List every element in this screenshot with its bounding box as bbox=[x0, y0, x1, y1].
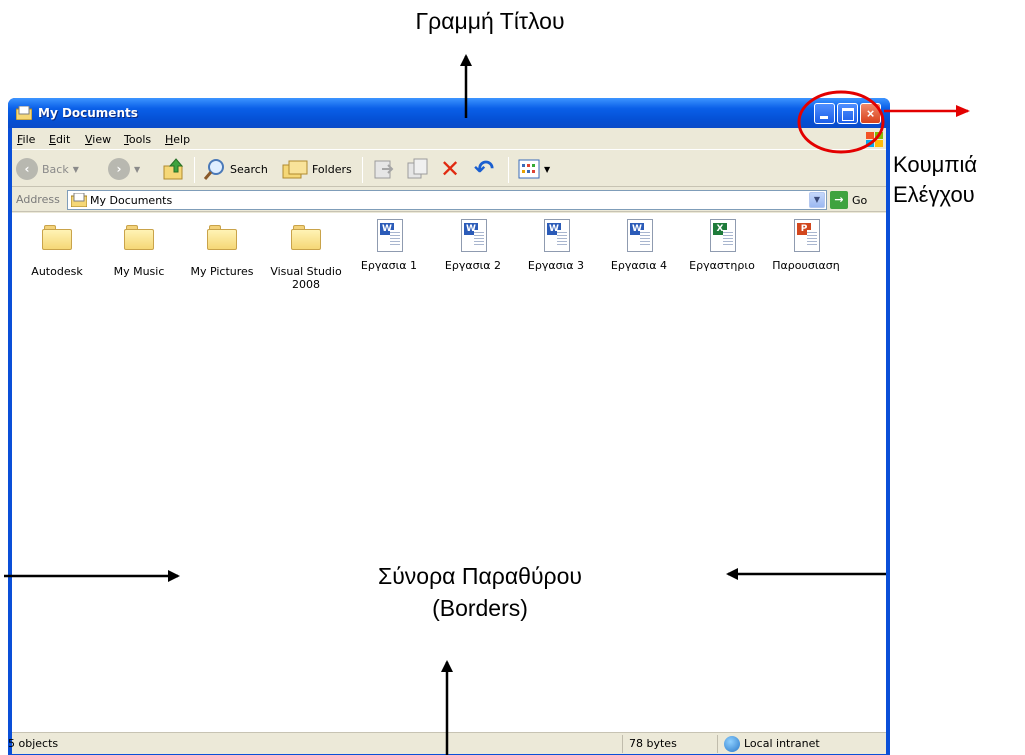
menu-bar: File Edit View Tools Help bbox=[12, 128, 886, 150]
search-label: Search bbox=[230, 162, 268, 176]
file-name: Εργασια 3 bbox=[527, 259, 585, 272]
file-name: Εργασια 1 bbox=[360, 259, 418, 272]
toolbar-separator bbox=[508, 157, 509, 183]
undo-icon: ↶ bbox=[474, 155, 495, 183]
undo-button[interactable]: ↶ bbox=[474, 156, 494, 182]
close-button[interactable]: × bbox=[860, 103, 881, 124]
title-bar[interactable]: My Documents × bbox=[8, 98, 890, 128]
folder-icon bbox=[207, 225, 237, 250]
file-name: My Pictures bbox=[190, 265, 254, 278]
file-item[interactable]: W Εργασια 2 bbox=[434, 219, 512, 272]
move-to-button[interactable] bbox=[372, 156, 396, 182]
status-bar: 5 objects 78 bytes Local intranet bbox=[8, 732, 886, 754]
go-button[interactable]: → Go bbox=[830, 190, 867, 210]
address-label: Address bbox=[16, 193, 60, 206]
search-icon bbox=[203, 159, 224, 180]
menu-file[interactable]: File bbox=[17, 133, 35, 146]
annotation-borders-line1: Σύνορα Παραθύρου bbox=[378, 563, 582, 589]
windows-logo-icon bbox=[854, 129, 884, 149]
toolbar-separator bbox=[194, 157, 195, 183]
search-button[interactable]: Search bbox=[202, 156, 268, 182]
minimize-button[interactable] bbox=[814, 103, 835, 124]
my-documents-icon bbox=[16, 106, 32, 120]
maximize-button[interactable] bbox=[837, 103, 858, 124]
file-item[interactable]: My Pictures bbox=[183, 219, 261, 278]
address-dropdown-icon[interactable]: ▼ bbox=[809, 192, 825, 208]
file-name: My Music bbox=[113, 265, 165, 278]
file-name: Παρουσιαση bbox=[772, 259, 840, 272]
file-item[interactable]: Visual Studio 2008 bbox=[267, 219, 345, 291]
forward-dropdown-icon[interactable]: ▼ bbox=[134, 165, 140, 174]
toolbar-separator bbox=[362, 157, 363, 183]
back-dropdown-icon[interactable]: ▼ bbox=[73, 165, 79, 174]
menu-edit[interactable]: Edit bbox=[49, 133, 70, 146]
views-button[interactable]: ▼ bbox=[518, 156, 550, 182]
delete-icon: ✕ bbox=[440, 155, 461, 183]
annotation-borders-line2: (Borders) bbox=[432, 595, 528, 621]
folder-icon bbox=[42, 225, 72, 250]
file-name: Εργασια 2 bbox=[444, 259, 502, 272]
folders-icon bbox=[282, 160, 308, 179]
annotation-control-buttons: Κουμπιά Ελέγχου bbox=[893, 150, 977, 210]
word-document-icon: W bbox=[461, 219, 487, 252]
menu-view[interactable]: View bbox=[85, 133, 111, 146]
annotation-borders: Σύνορα Παραθύρου (Borders) bbox=[300, 560, 660, 624]
copy-to-button[interactable] bbox=[406, 156, 430, 182]
go-arrow-icon: → bbox=[830, 191, 848, 209]
status-divider bbox=[717, 735, 718, 753]
local-intranet-icon bbox=[724, 736, 740, 752]
menu-tools[interactable]: Tools bbox=[124, 133, 151, 146]
annotation-control-buttons-line1: Κουμπιά bbox=[893, 152, 978, 177]
annotation-control-buttons-line2: Ελέγχου bbox=[893, 182, 975, 207]
status-zone: Local intranet bbox=[744, 737, 820, 750]
address-value: My Documents bbox=[90, 194, 173, 207]
word-document-icon: W bbox=[627, 219, 653, 252]
status-divider bbox=[622, 735, 623, 753]
delete-button[interactable]: ✕ bbox=[440, 156, 460, 182]
folder-icon bbox=[124, 225, 154, 250]
word-document-icon: W bbox=[544, 219, 570, 252]
file-item[interactable]: My Music bbox=[100, 219, 178, 278]
copy-to-icon bbox=[407, 158, 428, 179]
forward-arrow-icon: › bbox=[108, 158, 130, 180]
file-item[interactable]: W Εργασια 4 bbox=[600, 219, 678, 272]
window-title: My Documents bbox=[38, 106, 138, 120]
back-label: Back bbox=[42, 162, 69, 176]
my-documents-icon bbox=[71, 193, 87, 207]
file-item[interactable]: W Εργασια 3 bbox=[517, 219, 595, 272]
file-list[interactable]: Autodesk My Music My Pictures Visual Stu… bbox=[12, 213, 886, 732]
address-input[interactable]: My Documents ▼ bbox=[67, 190, 827, 210]
file-name: Visual Studio 2008 bbox=[270, 265, 342, 291]
back-button[interactable]: ‹ Back ▼ bbox=[16, 156, 79, 182]
file-name: Autodesk bbox=[31, 265, 83, 278]
address-bar: Address My Documents ▼ → Go bbox=[12, 188, 886, 212]
file-item[interactable]: P Παρουσιαση bbox=[767, 219, 845, 272]
back-arrow-icon: ‹ bbox=[16, 158, 38, 180]
file-item[interactable]: X Εργαστηριο bbox=[683, 219, 761, 272]
explorer-window: My Documents × File Edit View Tools Help… bbox=[8, 98, 890, 755]
views-dropdown-icon[interactable]: ▼ bbox=[544, 165, 550, 174]
file-item[interactable]: Autodesk bbox=[18, 219, 96, 278]
views-icon bbox=[518, 159, 540, 179]
toolbar: ‹ Back ▼ › ▼ Search Folders ✕ ↶ ▼ bbox=[12, 151, 886, 187]
forward-button[interactable]: › ▼ bbox=[108, 156, 140, 182]
go-label: Go bbox=[852, 193, 868, 207]
file-name: Εργασια 4 bbox=[610, 259, 668, 272]
move-to-icon bbox=[374, 160, 394, 179]
up-folder-icon bbox=[163, 158, 184, 180]
folders-label: Folders bbox=[312, 162, 352, 176]
file-item[interactable]: W Εργασια 1 bbox=[350, 219, 428, 272]
file-name: Εργαστηριο bbox=[689, 259, 755, 272]
folders-button[interactable]: Folders bbox=[282, 156, 352, 182]
status-size: 78 bytes bbox=[629, 737, 677, 750]
up-button[interactable] bbox=[162, 156, 186, 182]
excel-workbook-icon: X bbox=[710, 219, 736, 252]
annotation-title-bar: Γραμμή Τίτλου bbox=[415, 8, 565, 34]
powerpoint-presentation-icon: P bbox=[794, 219, 820, 252]
word-document-icon: W bbox=[377, 219, 403, 252]
window-client-area: File Edit View Tools Help ‹ Back ▼ › ▼ S… bbox=[8, 128, 886, 754]
folder-icon bbox=[291, 225, 321, 250]
status-objects: 5 objects bbox=[8, 737, 59, 750]
menu-help[interactable]: Help bbox=[165, 133, 190, 146]
